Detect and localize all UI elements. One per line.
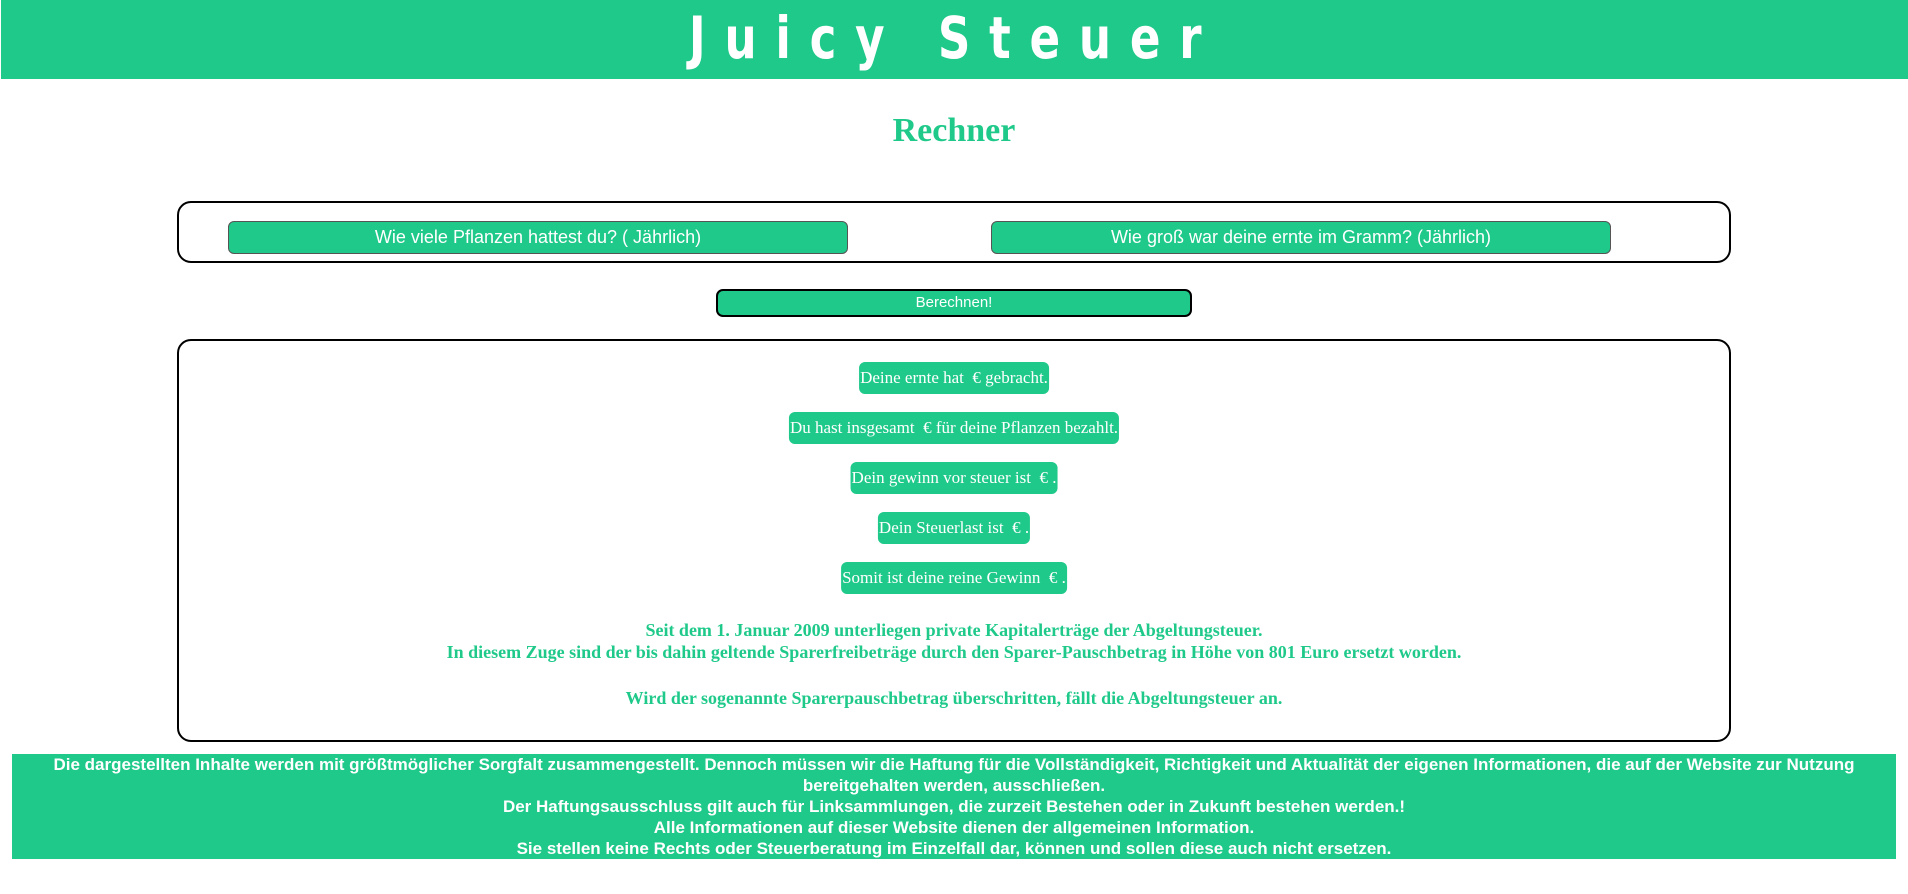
harvest-grams-input[interactable]: [991, 221, 1611, 254]
result-tax-burden: Dein Steuerlast ist € .: [877, 512, 1031, 544]
disclaimer-line: Der Haftungsausschluss gilt auch für Lin…: [502, 797, 1406, 816]
info-text-line: In diesem Zuge sind der bis dahin gelten…: [446, 642, 1462, 662]
result-revenue: Deine ernte hat € gebracht.: [859, 362, 1049, 394]
page-title: Rechner: [892, 112, 1016, 149]
site-header: Juicy Steuer: [1, 0, 1908, 79]
disclaimer-line: Alle Informationen auf dieser Website di…: [653, 818, 1255, 837]
plants-count-input[interactable]: [228, 221, 848, 254]
result-profit-before-tax: Dein gewinn vor steuer ist € .: [850, 462, 1058, 494]
disclaimer-footer: Die dargestellten Inhalte werden mit grö…: [12, 754, 1896, 859]
disclaimer-line: Die dargestellten Inhalte werden mit grö…: [53, 755, 1855, 795]
result-net-profit: Somit ist deine reine Gewinn € .: [841, 562, 1067, 594]
calculate-button[interactable]: Berechnen!: [716, 289, 1192, 317]
info-text-line: Seit dem 1. Januar 2009 unterliegen priv…: [645, 620, 1263, 640]
disclaimer-line: Sie stellen keine Rechts oder Steuerbera…: [516, 839, 1392, 858]
input-panel: [177, 201, 1731, 263]
result-panel: Deine ernte hat € gebracht. Du hast insg…: [177, 339, 1731, 742]
site-title: Juicy Steuer: [688, 3, 1221, 72]
info-text-line: Wird der sogenannte Sparerpauschbetrag ü…: [625, 688, 1283, 708]
result-plant-cost: Du hast insgesamt € für deine Pflanzen b…: [788, 412, 1120, 444]
